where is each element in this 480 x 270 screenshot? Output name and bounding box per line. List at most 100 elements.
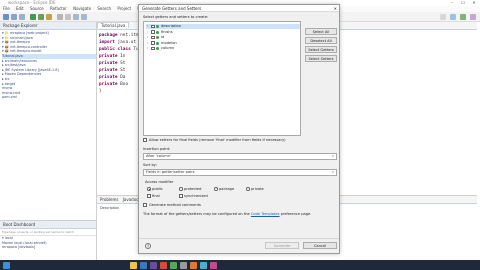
menu-navigate[interactable]: Navigate [73,6,91,11]
menu-project[interactable]: Project [117,6,131,11]
final-checkbox[interactable] [147,194,151,198]
field-checkbox[interactable] [151,46,155,51]
file-explorer-icon[interactable] [130,261,137,269]
access-protected-label: protected [184,186,202,191]
field-icon [156,30,159,34]
start-icon[interactable] [3,261,10,269]
media-icon[interactable] [190,261,197,269]
tab-javadoc[interactable]: Javadoc [120,197,139,202]
access-modifier-label: Access modifier [145,180,174,184]
field-icon [156,36,159,39]
menu-refactor[interactable]: Refactor [50,6,67,11]
access-public-label: public [152,186,163,191]
access-public-radio[interactable] [147,187,151,191]
navigate-back-icon[interactable] [73,14,79,20]
tab-problems[interactable]: Problems [97,197,118,202]
help-icon[interactable]: ? [145,243,151,249]
generate-getters-setters-dialog: Generate Getters and Setters ✕ Select ge… [138,4,340,254]
deselect-all-button[interactable]: Deselect All [305,37,337,44]
expand-icon[interactable]: › [147,46,148,51]
insertion-point-value: After 'column' [146,154,171,158]
save-icon[interactable] [11,14,17,20]
field-row[interactable]: › column [146,46,300,51]
app-icon[interactable] [200,261,207,269]
select-getters-button[interactable]: Select Getters [305,46,337,53]
dialog-close-icon[interactable]: ✕ [334,5,337,12]
template-info-after: preference page. [280,212,312,216]
settings-icon[interactable] [180,261,187,269]
field-row-selected[interactable]: › description [146,24,300,29]
cancel-button[interactable]: Cancel [303,242,337,249]
code-templates-link[interactable]: Code Templates [251,212,280,216]
chrome-icon[interactable] [160,261,167,269]
field-row[interactable]: › id [146,35,300,40]
tree-item[interactable]: pom.xml [2,95,96,100]
field-row[interactable]: › finishs [146,30,300,35]
boot-item[interactable]: mrapaca [devtools] [0,245,96,250]
generate-button[interactable]: Generate [265,242,299,249]
dialog-titlebar: Generate Getters and Setters ✕ [139,5,339,12]
navigate-forward-icon[interactable] [81,14,87,20]
run-icon[interactable] [30,14,36,20]
expand-icon[interactable]: › [147,24,148,29]
select-setters-button[interactable]: Select Setters [305,55,337,62]
synchronized-label: synchronized [184,193,208,198]
select-all-button[interactable]: Select All [305,28,337,35]
browser-icon[interactable] [140,261,147,269]
fields-tree[interactable]: › description › finishs › id › modelon › [143,21,301,136]
access-package-label: package [219,186,235,191]
field-icon [156,47,159,50]
expand-icon[interactable]: › [147,30,148,35]
app-icon[interactable] [210,261,217,269]
field-checkbox[interactable] [151,41,155,45]
access-private-radio[interactable] [246,187,250,191]
os-taskbar [0,260,480,270]
field-label: column [161,46,175,50]
menu-file[interactable]: File [3,6,10,11]
field-label: finishs [161,29,173,34]
eclipse-icon[interactable] [150,261,157,269]
java-perspective-icon[interactable] [450,14,456,20]
save-all-icon[interactable] [19,14,25,20]
field-label: modelon [161,40,177,45]
menu-search[interactable]: Search [97,6,111,11]
field-label: id [161,35,165,39]
new-icon[interactable] [3,14,9,20]
allow-setters-label: Allow setters for final fields (remove '… [149,137,286,142]
search-icon[interactable] [57,14,63,20]
field-checkbox[interactable] [151,35,155,40]
field-icon [156,41,159,45]
debug-perspective-icon[interactable] [470,14,476,20]
field-icon [156,25,159,28]
menu-source[interactable]: Source [30,6,44,11]
generate-comments-label: Generate method comments [149,202,201,207]
field-checkbox[interactable] [151,24,155,29]
insertion-point-select[interactable]: After 'column' ▾ [143,153,337,160]
external-tools-icon[interactable] [46,14,52,20]
field-checkbox[interactable] [151,30,155,34]
open-type-icon[interactable] [65,14,71,20]
menu-edit[interactable]: Edit [16,6,24,11]
synchronized-checkbox[interactable] [179,194,183,198]
chevron-down-icon: ▾ [332,170,334,174]
access-package-radio[interactable] [214,187,218,191]
access-private-label: private [251,186,264,191]
debug-icon[interactable] [38,14,44,20]
spring-perspective-icon[interactable] [460,14,466,20]
field-label: description [161,24,181,28]
boot-dashboard-header: Boot Dashboard [0,221,96,229]
expand-icon[interactable]: › [147,41,148,46]
allow-setters-checkbox[interactable] [143,138,147,142]
expand-icon[interactable]: › [147,35,148,40]
boot-filter-input[interactable]: Type tags, projects, or working set name… [0,229,96,236]
quick-access-icon[interactable] [440,14,446,20]
generate-comments-checkbox[interactable] [143,203,147,207]
insertion-point-label: Insertion point: [143,147,171,151]
access-protected-radio[interactable] [179,187,183,191]
sort-by-select[interactable]: Fields in getter/setter pairs ▾ [143,169,337,176]
editor-tab[interactable]: Tutorial.java [97,22,130,28]
field-row[interactable]: › modelon [146,41,300,46]
app-icon[interactable] [170,261,177,269]
template-info-text: The format of the getters/setters may be… [143,212,311,216]
chevron-down-icon: ▾ [332,154,334,158]
